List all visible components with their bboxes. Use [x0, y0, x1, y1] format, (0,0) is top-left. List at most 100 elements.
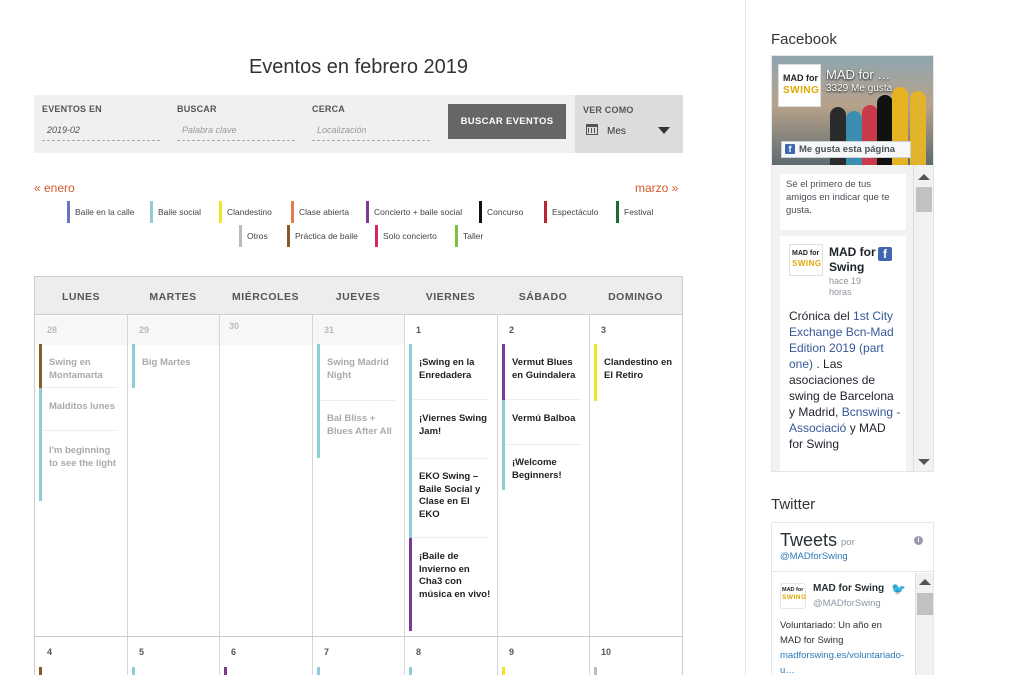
- facebook-icon: f: [878, 247, 892, 261]
- keyword-filter: BUSCAR Palabra clave: [177, 104, 295, 141]
- legend-color-swatch: [219, 201, 222, 223]
- facebook-cover-photo[interactable]: MAD for SWING MAD for … 3329 Me gusta fM…: [772, 56, 933, 165]
- legend-color-swatch: [287, 225, 290, 247]
- prev-month-link[interactable]: « enero: [34, 181, 75, 195]
- calendar-event[interactable]: EKO Swing – Baile Social y Clase en El E…: [409, 459, 491, 538]
- tweet-author-handle[interactable]: @MADforSwing: [813, 598, 881, 609]
- calendar-event[interactable]: Malditos lunes: [39, 388, 121, 431]
- facebook-page-widget: MAD for SWING MAD for … 3329 Me gusta fM…: [771, 55, 934, 472]
- event-category-bar: [39, 667, 42, 675]
- facebook-like-page-button[interactable]: f Me gusta esta página: [781, 141, 911, 158]
- day-name-monday: LUNES: [61, 291, 101, 303]
- info-icon[interactable]: i: [914, 536, 923, 545]
- calendar-event[interactable]: Swing Madrid Night: [317, 344, 399, 401]
- calendar-event[interactable]: Clandestino en El Retiro: [594, 344, 676, 401]
- post-time[interactable]: hace 19 horas: [829, 276, 879, 298]
- legend-item[interactable]: Concurso: [479, 201, 523, 223]
- facebook-scrollbar[interactable]: [913, 165, 933, 471]
- tweet-author-name[interactable]: MAD for Swing: [813, 583, 884, 594]
- legend-item[interactable]: Taller: [455, 225, 483, 247]
- day-name-wednesday: MIÉRCOLES: [232, 291, 299, 303]
- facebook-page-name[interactable]: MAD for …: [826, 67, 931, 82]
- facebook-post: MAD for SWING MAD for Swing f hace 19 ho…: [780, 236, 906, 471]
- event-category-bar: [502, 400, 505, 445]
- facebook-icon: f: [785, 144, 795, 154]
- calendar-event[interactable]: Bal Bliss + Blues After All: [317, 401, 399, 458]
- event-title: Vermú Balboa: [512, 413, 576, 424]
- tweet-link[interactable]: madforswing.es/voluntariado-u…: [780, 650, 904, 675]
- legend-label: Otros: [247, 231, 268, 241]
- legend-item[interactable]: Otros: [239, 225, 268, 247]
- legend-label: Clase abierta: [299, 207, 350, 217]
- event-title: Swing Madrid Night: [327, 357, 389, 381]
- next-month-link[interactable]: marzo »: [635, 181, 678, 195]
- day-number: 2: [509, 325, 515, 335]
- day-number: 28: [47, 325, 58, 335]
- calendar-event[interactable]: ¡Viernes Swing Jam!: [409, 400, 491, 459]
- legend-item[interactable]: Baile en la calle: [67, 201, 135, 223]
- scroll-down-icon[interactable]: [918, 459, 930, 465]
- calendar-event[interactable]: Big Martes: [132, 344, 214, 388]
- legend-item[interactable]: Festival: [616, 201, 653, 223]
- day-number: 31: [324, 325, 335, 335]
- event-category-bar: [39, 344, 42, 388]
- day-number: 1: [416, 325, 422, 335]
- scroll-thumb[interactable]: [916, 187, 932, 212]
- legend-color-swatch: [150, 201, 153, 223]
- calendar-event[interactable]: Swing en Montamarta: [39, 344, 121, 388]
- calendar-event[interactable]: Vermut Blues en Guindalera: [502, 344, 584, 400]
- twitter-scrollbar[interactable]: [915, 573, 933, 675]
- divider: [772, 571, 933, 572]
- legend-color-swatch: [67, 201, 70, 223]
- event-title: Malditos lunes: [49, 401, 115, 412]
- legend-item[interactable]: Concierto + baile social: [366, 201, 462, 223]
- legend-color-swatch: [544, 201, 547, 223]
- calendar-event[interactable]: I'm beginning to see the light: [39, 431, 121, 501]
- twitter-bird-icon[interactable]: 🐦: [891, 582, 906, 596]
- legend-color-swatch: [375, 225, 378, 247]
- scroll-up-icon[interactable]: [919, 579, 931, 585]
- scroll-thumb[interactable]: [917, 593, 933, 615]
- location-input[interactable]: Localización: [312, 123, 430, 141]
- legend-color-swatch: [479, 201, 482, 223]
- facebook-like-count: 3329 Me gusta: [826, 83, 893, 94]
- post-avatar[interactable]: MAD for SWING: [789, 244, 823, 276]
- day-name-tuesday: MARTES: [149, 291, 197, 303]
- column-divider: [404, 315, 405, 675]
- logo-text: MAD for: [782, 587, 804, 593]
- legend-item[interactable]: Solo concierto: [375, 225, 437, 247]
- twitter-handle-link[interactable]: @MADforSwing: [780, 551, 848, 562]
- column-divider: [219, 315, 220, 675]
- scroll-up-icon[interactable]: [918, 174, 930, 180]
- view-as-select[interactable]: VER COMO Mes: [575, 95, 683, 153]
- calendar-event[interactable]: Vermú Balboa: [502, 400, 584, 445]
- calendar-event[interactable]: ¡Swing en la Enredadera: [409, 344, 491, 400]
- calendar-header: LUNES MARTES MIÉRCOLES JUEVES VIERNES SÁ…: [35, 277, 682, 315]
- search-events-button[interactable]: BUSCAR EVENTOS: [448, 104, 566, 139]
- legend-item[interactable]: Espectáculo: [544, 201, 598, 223]
- page-logo[interactable]: MAD for SWING: [778, 64, 821, 107]
- logo-text: MAD for: [783, 73, 818, 83]
- legend-item[interactable]: Clase abierta: [291, 201, 349, 223]
- event-category-bar: [317, 667, 320, 675]
- event-title: Bal Bliss + Blues After All: [327, 413, 392, 437]
- calendar-event[interactable]: ¡Baile de Invierno en Cha3 con música en…: [409, 538, 491, 631]
- tweet-avatar[interactable]: MAD for SWING: [780, 583, 806, 609]
- logo-text: SWING: [783, 85, 820, 96]
- event-title: ¡Viernes Swing Jam!: [419, 413, 487, 437]
- legend-item[interactable]: Práctica de baile: [287, 225, 358, 247]
- event-category-bar: [132, 667, 135, 675]
- day-number: 30: [229, 321, 240, 331]
- event-title: Swing en Montamarta: [49, 357, 103, 381]
- legend-item[interactable]: Clandestino: [219, 201, 272, 223]
- date-input[interactable]: 2019-02: [42, 123, 160, 141]
- event-category-bar: [39, 431, 42, 501]
- event-category-bar: [409, 344, 412, 400]
- keyword-input[interactable]: Palabra clave: [177, 123, 295, 141]
- twitter-timeline-widget: Tweets por @MADforSwing i MAD for SWING …: [771, 522, 934, 675]
- calendar-event[interactable]: ¡Welcome Beginners!: [502, 445, 584, 490]
- legend-item[interactable]: Baile social: [150, 201, 201, 223]
- view-as-value: Mes: [607, 126, 626, 137]
- sidebar: Facebook MAD for SWING MAD for … 3329 Me…: [745, 0, 1015, 675]
- post-author[interactable]: MAD for Swing: [829, 245, 883, 275]
